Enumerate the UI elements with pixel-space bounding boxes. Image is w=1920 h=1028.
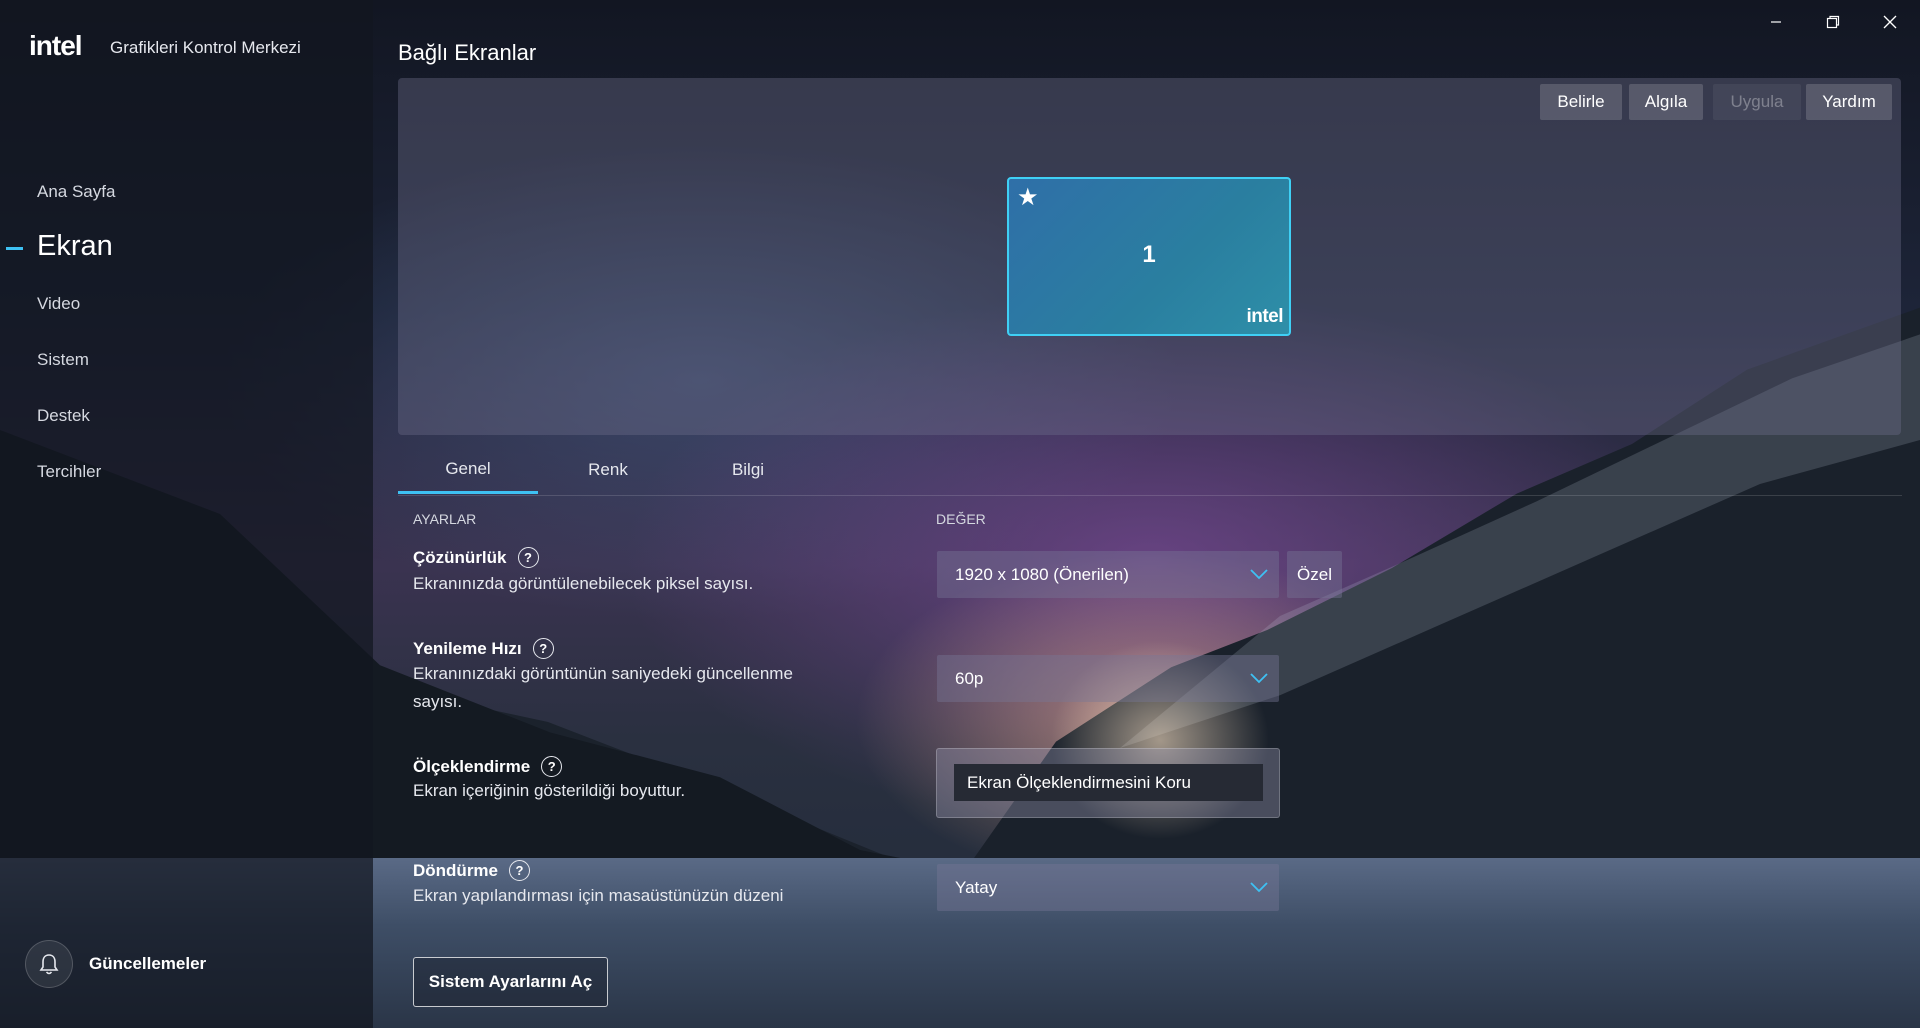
tab-bar: Genel Renk Bilgi — [398, 446, 1902, 496]
chevron-down-icon — [1250, 673, 1268, 684]
close-icon[interactable] — [1870, 8, 1910, 36]
star-icon: ★ — [1017, 184, 1039, 211]
rotation-description: Ekran yapılandırması için masaüstünüzün … — [413, 886, 784, 905]
sidebar-item-video[interactable]: Video — [37, 294, 80, 314]
intel-logo: intel — [29, 30, 83, 61]
rotation-setting-title: Döndürme ? — [413, 860, 530, 881]
chevron-down-icon — [1250, 882, 1268, 893]
help-button[interactable]: Yardım — [1806, 84, 1892, 120]
monitor-number: 1 — [1142, 241, 1156, 268]
scaling-setting-title: Ölçeklendirme ? — [413, 756, 563, 777]
refresh-setting-title: Yenileme Hızı ? — [413, 638, 554, 659]
help-icon[interactable]: ? — [541, 756, 563, 777]
updates-button[interactable]: Güncellemeler — [25, 940, 325, 988]
refresh-description: Ekranınızdaki görüntünün saniyedeki günc… — [413, 664, 793, 711]
refresh-value: 60p — [955, 668, 984, 688]
rotation-title-text: Döndürme — [413, 860, 498, 880]
detect-button[interactable]: Algıla — [1629, 84, 1703, 120]
refresh-rate-dropdown[interactable]: 60p — [937, 655, 1279, 702]
resolution-description: Ekranınızda görüntülenebilecek piksel sa… — [413, 574, 754, 593]
value-column-header: DEĞER — [936, 511, 986, 527]
resolution-setting-title: Çözünürlük ? — [413, 547, 539, 568]
sidebar-item-display[interactable]: Ekran — [37, 230, 113, 263]
updates-label: Güncellemeler — [89, 954, 207, 973]
help-icon[interactable]: ? — [517, 547, 539, 568]
restore-icon[interactable] — [1813, 8, 1853, 36]
resolution-title-text: Çözünürlük — [413, 547, 507, 567]
minimize-icon[interactable] — [1756, 8, 1796, 36]
scaling-description: Ekran içeriğinin gösterildiği boyuttur. — [413, 781, 686, 800]
apply-button[interactable]: Uygula — [1713, 84, 1801, 120]
refresh-title-text: Yenileme Hızı — [413, 638, 522, 658]
help-icon[interactable]: ? — [509, 860, 530, 881]
rotation-dropdown[interactable]: Yatay — [937, 864, 1279, 911]
resolution-dropdown[interactable]: 1920 x 1080 (Önerilen) — [937, 551, 1279, 598]
monitor-1-tile[interactable]: ★ 1 intel — [1007, 177, 1291, 336]
rotation-value: Yatay — [955, 877, 998, 897]
resolution-value: 1920 x 1080 (Önerilen) — [955, 564, 1129, 584]
app-title: Grafikleri Kontrol Merkezi — [110, 38, 301, 57]
bell-icon — [25, 940, 73, 988]
sidebar-item-preferences[interactable]: Tercihler — [37, 462, 101, 482]
help-icon[interactable]: ? — [532, 638, 554, 659]
settings-column-header: AYARLAR — [413, 511, 477, 527]
scaling-title-text: Ölçeklendirme — [413, 756, 531, 776]
tab-color[interactable]: Renk — [538, 446, 678, 494]
chevron-down-icon — [1250, 569, 1268, 580]
tab-info[interactable]: Bilgi — [678, 446, 818, 494]
scaling-dropdown-open: Ekran Ölçeklendirmesini Koru — [936, 748, 1280, 818]
page-title: Bağlı Ekranlar — [398, 40, 537, 65]
open-system-settings-button[interactable]: Sistem Ayarlarını Aç — [413, 957, 608, 1007]
identify-button[interactable]: Belirle — [1540, 84, 1622, 120]
nav-active-indicator — [6, 247, 23, 250]
sidebar: intel Grafikleri Kontrol Merkezi Ana Say… — [0, 0, 373, 1028]
scaling-option-maintain[interactable]: Ekran Ölçeklendirmesini Koru — [954, 764, 1263, 801]
tab-general[interactable]: Genel — [398, 446, 538, 494]
sidebar-item-support[interactable]: Destek — [37, 406, 90, 426]
sidebar-item-system[interactable]: Sistem — [37, 350, 89, 370]
monitor-intel-logo: intel — [1246, 306, 1283, 327]
custom-resolution-button[interactable]: Özel — [1287, 551, 1342, 598]
sidebar-item-home[interactable]: Ana Sayfa — [37, 182, 115, 202]
